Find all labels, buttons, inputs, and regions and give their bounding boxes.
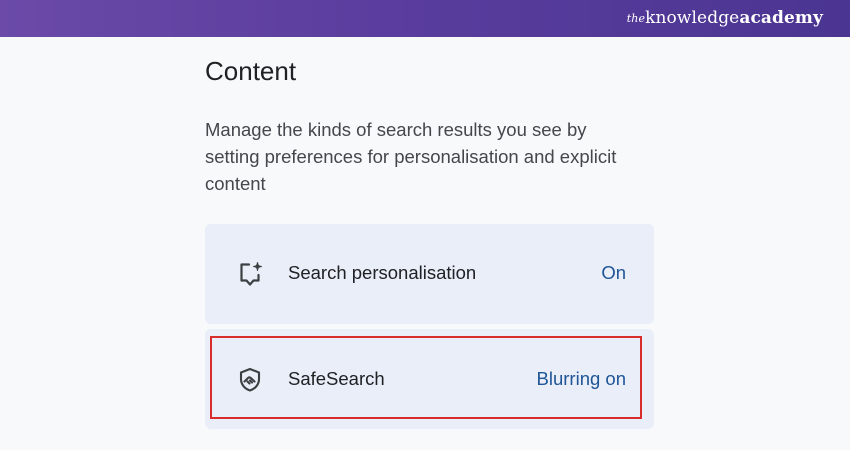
search-personalisation-status: On <box>601 262 626 283</box>
brand-logo-the: the <box>626 12 646 25</box>
search-personalisation-label: Search personalisation <box>288 262 477 283</box>
brand-header-bar: theknowledgeacademy <box>0 0 850 37</box>
sparkle-comment-icon <box>236 260 264 288</box>
shield-hand-icon <box>236 366 264 394</box>
page-title: Content <box>205 56 297 86</box>
brand-logo: theknowledgeacademy <box>627 8 823 29</box>
safesearch-setting[interactable]: SafeSearch Blurring on <box>205 329 654 429</box>
search-personalisation-setting[interactable]: Search personalisation On <box>205 224 654 324</box>
safesearch-label: SafeSearch <box>288 368 385 389</box>
page-description: Manage the kinds of search results you s… <box>205 119 617 194</box>
brand-logo-academy: academy <box>739 8 823 28</box>
safesearch-status: Blurring on <box>536 368 626 389</box>
brand-logo-knowledge: knowledge <box>645 8 740 28</box>
